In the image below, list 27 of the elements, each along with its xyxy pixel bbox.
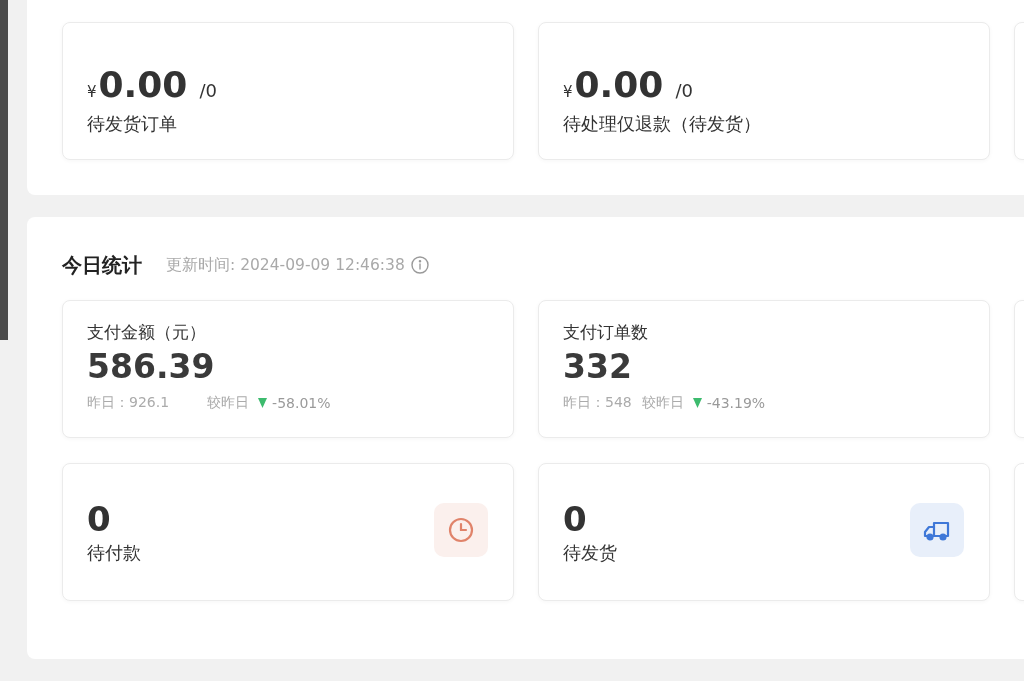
yesterday-value: 昨日：548: [563, 394, 632, 412]
counter-label: 待发货: [563, 541, 617, 565]
metric-value: 332: [563, 346, 633, 388]
counter-value: 0: [563, 499, 588, 539]
metric-label: 支付订单数: [563, 321, 649, 344]
compare-label: 较昨日: [641, 394, 684, 412]
compare-label: 较昨日: [207, 394, 250, 412]
currency-symbol: ¥: [87, 83, 97, 101]
currency-symbol: ¥: [563, 83, 573, 101]
section-title: 今日统计: [62, 251, 142, 279]
card-label: 待处理仅退款（待发货）: [563, 112, 762, 136]
update-time: 更新时间: 2024-09-09 12:46:38: [166, 254, 405, 276]
info-icon[interactable]: [410, 256, 429, 274]
amount-value: 0.00: [98, 63, 188, 107]
order-count: /0: [199, 80, 217, 101]
card-label: 待发货订单: [87, 112, 178, 136]
metric-value: 586.39: [87, 346, 216, 388]
metric-label: 支付金额（元）: [87, 321, 207, 344]
amount-value: 0.00: [574, 63, 664, 107]
change-percent: -43.19%: [706, 395, 766, 411]
counter-label: 待付款: [87, 541, 141, 565]
yesterday-value: 昨日：926.1: [87, 394, 170, 412]
clock-icon: [434, 503, 488, 557]
truck-icon: [910, 503, 964, 557]
counter-value: 0: [87, 499, 112, 539]
change-percent: -58.01%: [272, 395, 331, 411]
order-count: /0: [675, 80, 693, 101]
